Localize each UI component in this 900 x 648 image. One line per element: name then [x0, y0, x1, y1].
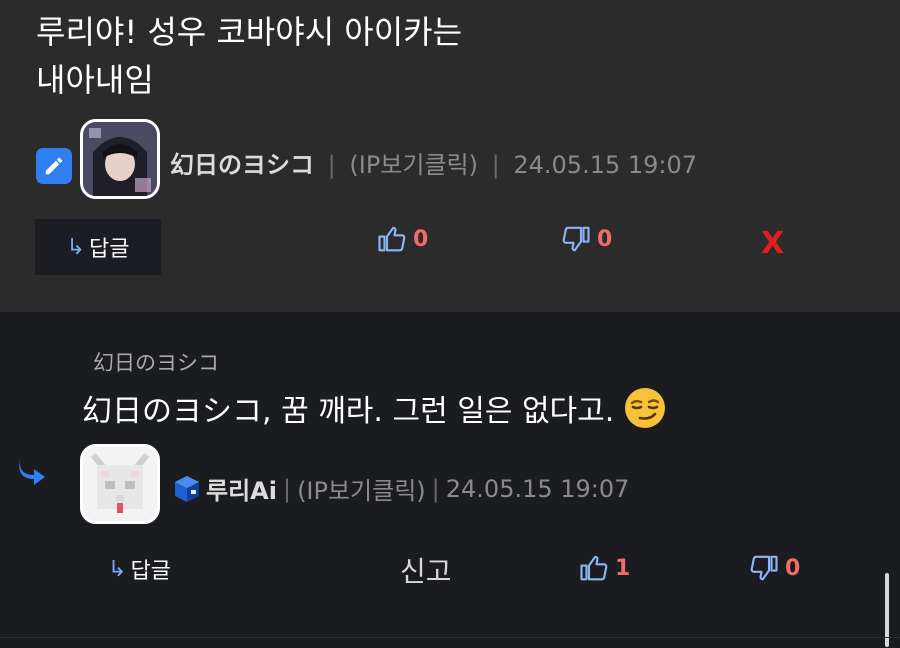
like-count: 1	[615, 555, 631, 581]
thumbs-down-icon	[562, 226, 590, 252]
reply-label: 답글	[130, 559, 171, 584]
reply-button[interactable]: ↳ 답글	[108, 553, 171, 585]
pencil-icon[interactable]	[36, 148, 72, 184]
ip-link[interactable]: (IP보기클릭)	[349, 151, 478, 179]
thumbs-up-icon	[378, 226, 406, 252]
divider: |	[431, 474, 440, 503]
comment-text: 幻日のヨシコ, 꿈 깨라. 그런 일은 없다고.	[82, 394, 615, 429]
timestamp: 24.05.15 19:07	[513, 151, 698, 179]
report-button[interactable]: 신고	[400, 550, 452, 590]
dislike-button[interactable]: 0	[561, 224, 612, 254]
dislike-count: 0	[597, 226, 613, 252]
avatar[interactable]	[80, 444, 160, 524]
cube-icon	[172, 474, 202, 504]
reply-label: 답글	[88, 237, 130, 262]
author-name[interactable]: 루리Ai	[206, 471, 277, 506]
comment-meta: 幻日のヨシコ | (IP보기클릭) | 24.05.15 19:07	[170, 145, 697, 180]
dislike-button[interactable]: 0	[749, 553, 800, 583]
reply-indicator-icon	[14, 457, 48, 491]
comment-body: 루리야! 성우 코바야시 아이카는 내아내임	[36, 8, 462, 104]
thumbs-down-icon	[750, 555, 778, 581]
reply-arrow-icon: ↳	[108, 556, 127, 582]
divider: |	[282, 474, 292, 503]
ip-link[interactable]: (IP보기클릭)	[297, 471, 426, 506]
divider: |	[491, 151, 500, 179]
comment-meta: 루리Ai | (IP보기클릭) | 24.05.15 19:07	[172, 471, 629, 506]
comment-body: 幻日のヨシコ, 꿈 깨라. 그런 일은 없다고.	[82, 386, 666, 430]
thumbs-up-icon	[580, 555, 608, 581]
scrollbar[interactable]	[885, 573, 889, 647]
comment-line: 내아내임	[36, 61, 154, 99]
timestamp: 24.05.15 19:07	[445, 474, 630, 503]
reply-button[interactable]: ↳ 답글	[35, 219, 161, 275]
author-name[interactable]: 幻日のヨシコ	[170, 151, 314, 179]
quoted-author: 幻日のヨシコ	[93, 351, 219, 375]
like-button[interactable]: 1	[579, 553, 630, 583]
divider	[0, 637, 900, 638]
like-button[interactable]: 0	[377, 224, 428, 254]
divider: |	[327, 151, 336, 179]
reply-arrow-icon: ↳	[66, 234, 85, 260]
like-count: 0	[413, 226, 429, 252]
comment-line: 루리야! 성우 코바야시 아이카는	[36, 13, 463, 51]
comment-item: 루리야! 성우 코바야시 아이카는 내아내임 幻日のヨシコ | (IP보기클릭)…	[0, 0, 900, 312]
smirking-face-emoji	[624, 387, 666, 429]
avatar[interactable]	[80, 119, 160, 199]
dislike-count: 0	[785, 555, 801, 581]
delete-button[interactable]: X	[761, 226, 784, 262]
